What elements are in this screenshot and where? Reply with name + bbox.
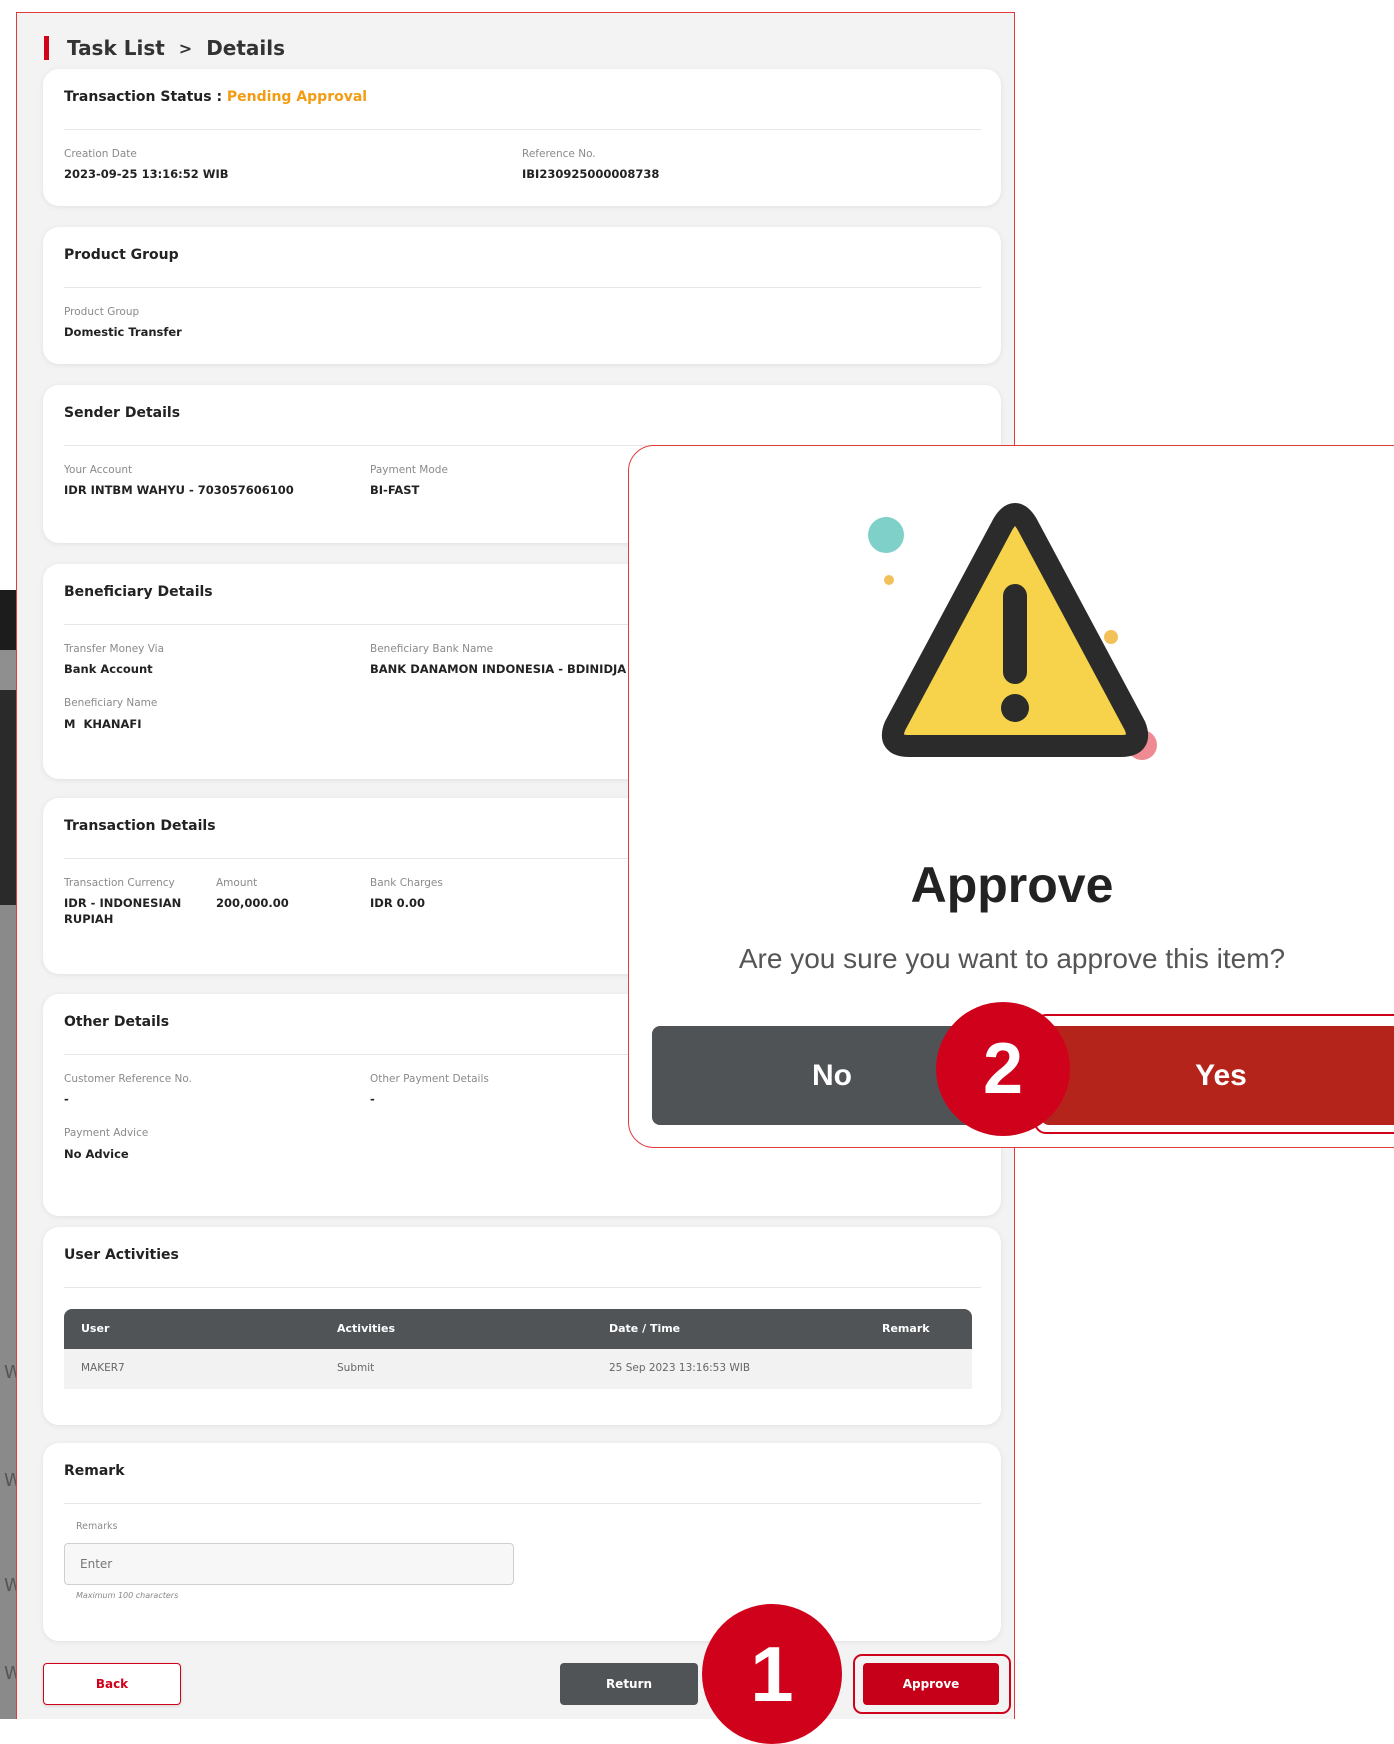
yes-button[interactable]: Yes <box>1041 1026 1394 1125</box>
divider <box>64 287 981 288</box>
remarks-field[interactable] <box>64 1543 514 1585</box>
beneficiary-bank-label: Beneficiary Bank Name <box>370 643 494 655</box>
breadcrumb-accent-bar <box>44 36 49 60</box>
bank-charges-value: IDR 0.00 <box>370 896 426 910</box>
column-header-activities: Activities <box>337 1322 396 1335</box>
beneficiary-name-value: M KHANAFI <box>64 717 142 731</box>
product-group-card: Product Group Product Group Domestic Tra… <box>43 227 1001 364</box>
customer-reference-label: Customer Reference No. <box>64 1073 192 1085</box>
activities-table-header: User Activities Date / Time Remark <box>64 1309 972 1349</box>
breadcrumb-details: Details <box>206 36 286 60</box>
currency-label: Transaction Currency <box>64 877 175 889</box>
status-line: Transaction Status : Pending Approval <box>64 89 367 105</box>
payment-advice-value: No Advice <box>64 1147 129 1161</box>
breadcrumb-task-list[interactable]: Task List <box>67 36 165 60</box>
your-account-value: IDR INTBM WAHYU - 703057606100 <box>64 483 294 497</box>
payment-mode-label: Payment Mode <box>370 464 448 476</box>
transfer-via-value: Bank Account <box>64 662 153 676</box>
column-header-user: User <box>81 1322 110 1335</box>
beneficiary-bank-value: BANK DANAMON INDONESIA - BDINIDJA <box>370 662 627 676</box>
step-1-marker: 1 <box>702 1604 842 1744</box>
return-button[interactable]: Return <box>560 1663 698 1705</box>
divider <box>64 129 981 130</box>
product-group-title: Product Group <box>64 247 179 263</box>
bank-charges-label: Bank Charges <box>370 877 443 889</box>
other-payment-value: - <box>370 1092 375 1106</box>
approve-button[interactable]: Approve <box>863 1663 999 1705</box>
amount-label: Amount <box>216 877 258 889</box>
cell-user: MAKER7 <box>81 1362 125 1374</box>
status-label: Transaction Status : <box>64 89 223 105</box>
transaction-details-title: Transaction Details <box>64 818 216 834</box>
remark-card: Remark Remarks Maximum 100 characters <box>43 1443 1001 1641</box>
user-activities-title: User Activities <box>64 1247 179 1263</box>
product-group-value: Domestic Transfer <box>64 325 182 339</box>
your-account-label: Your Account <box>64 464 133 476</box>
cell-datetime: 25 Sep 2023 13:16:53 WIB <box>609 1362 751 1374</box>
product-group-label: Product Group <box>64 306 140 318</box>
remarks-label: Remarks <box>76 1521 118 1532</box>
creation-date-value: 2023-09-25 13:16:52 WIB <box>64 167 229 181</box>
column-header-datetime: Date / Time <box>609 1322 681 1335</box>
beneficiary-name-label: Beneficiary Name <box>64 697 158 709</box>
currency-line: RUPIAH <box>64 912 114 926</box>
currency-value: IDR - INDONESIAN RUPIAH <box>64 895 181 927</box>
status-card: Transaction Status : Pending Approval Cr… <box>43 69 1001 206</box>
transfer-via-label: Transfer Money Via <box>64 643 165 655</box>
remarks-hint: Maximum 100 characters <box>76 1591 179 1600</box>
reference-label: Reference No. <box>522 148 596 160</box>
breadcrumb: Task List > Details <box>44 35 285 61</box>
payment-mode-value: BI-FAST <box>370 483 420 497</box>
dialog-title: Approve <box>910 857 1114 913</box>
remark-title: Remark <box>64 1463 125 1479</box>
other-payment-label: Other Payment Details <box>370 1073 489 1085</box>
remarks-input[interactable] <box>78 1556 502 1572</box>
payment-advice-label: Payment Advice <box>64 1127 149 1139</box>
beneficiary-details-title: Beneficiary Details <box>64 584 213 600</box>
currency-line: IDR - INDONESIAN <box>64 896 182 910</box>
amount-value: 200,000.00 <box>216 896 289 910</box>
table-row: MAKER7 Submit 25 Sep 2023 13:16:53 WIB <box>64 1349 972 1389</box>
chevron-right-icon: > <box>178 38 193 58</box>
back-button[interactable]: Back <box>43 1663 181 1705</box>
user-activities-card: User Activities User Activities Date / T… <box>43 1227 1001 1425</box>
divider <box>64 1503 981 1504</box>
dialog-message: Are you sure you want to approve this it… <box>738 943 1286 974</box>
creation-date-label: Creation Date <box>64 148 137 160</box>
customer-reference-value: - <box>64 1092 69 1106</box>
column-header-remark: Remark <box>882 1322 930 1335</box>
sender-details-title: Sender Details <box>64 405 181 421</box>
warning-triangle-icon <box>868 503 1157 760</box>
other-details-title: Other Details <box>64 1014 170 1030</box>
cell-activity: Submit <box>337 1362 375 1374</box>
status-badge: Pending Approval <box>226 89 368 105</box>
step-2-marker: 2 <box>936 1002 1070 1136</box>
reference-value: IBI230925000008738 <box>522 167 660 181</box>
divider <box>64 1287 981 1288</box>
